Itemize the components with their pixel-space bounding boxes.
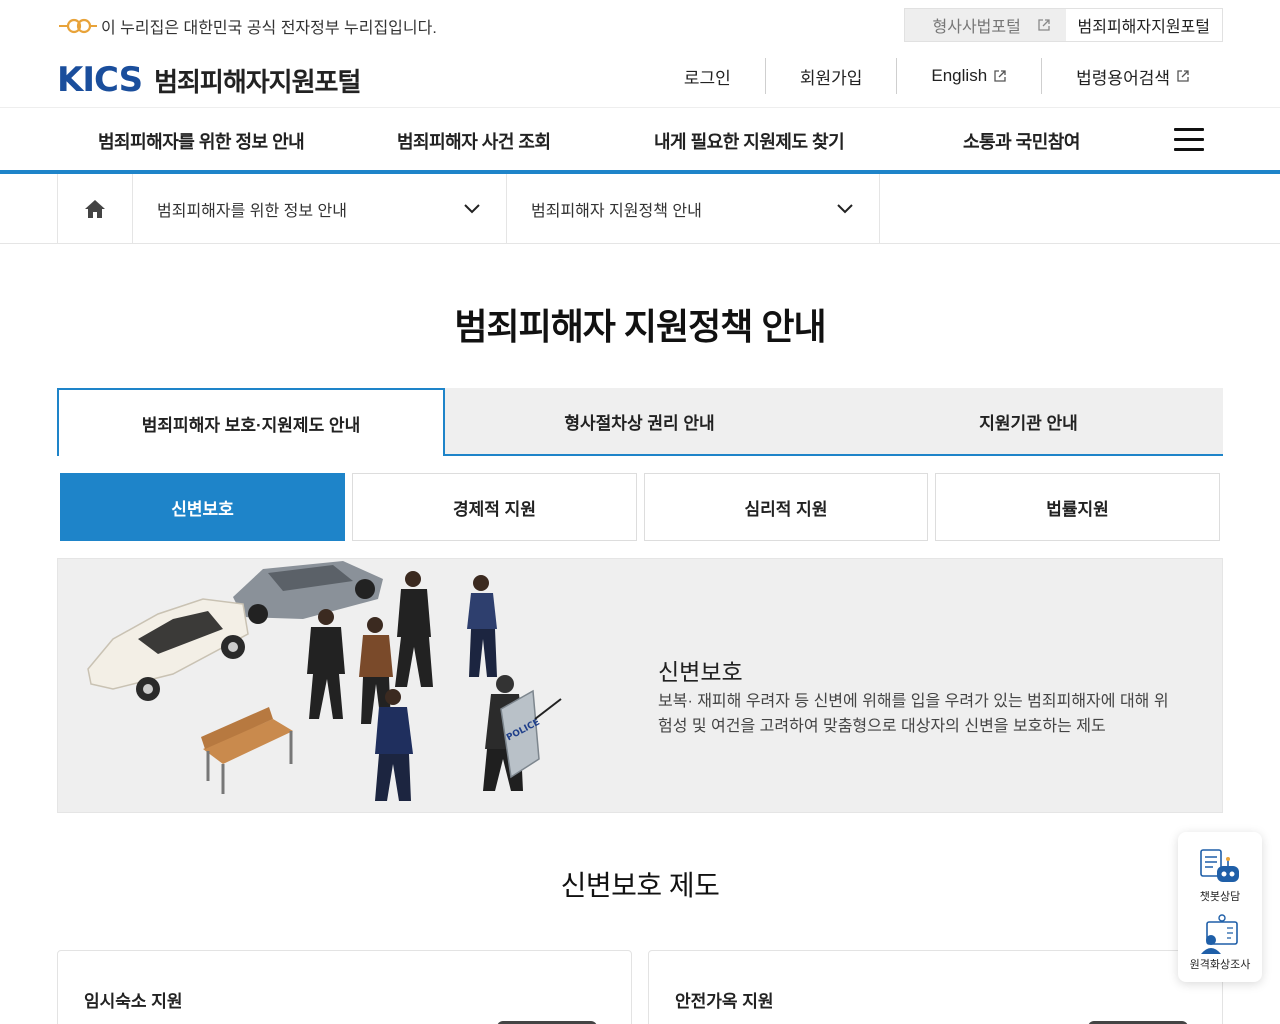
gov-bar: 이 누리집은 대한민국 공식 전자정부 누리집입니다. 형사사법포털 범죄피해자… [0, 0, 1280, 48]
breadcrumb-level2-select[interactable]: 범죄피해자 지원정책 안내 [507, 174, 880, 243]
signup-label: 회원가입 [799, 68, 863, 88]
logo-mark: KICS [57, 60, 143, 100]
victim-support-portal-link[interactable]: 범죄피해자지원포털 [1065, 9, 1222, 41]
bench-icon [201, 707, 293, 794]
page-title: 범죄피해자 지원정책 안내 [454, 306, 826, 347]
external-link-icon [1038, 19, 1050, 31]
menu-icon[interactable] [1174, 128, 1204, 154]
logo-text: 범죄피해자지원포털 [154, 66, 361, 97]
subtab-psychological-support-label: 심리적 지원 [744, 499, 828, 519]
gov-links: 형사사법포털 범죄피해자지원포털 [903, 8, 1223, 42]
tab-support-agencies-label: 지원기관 안내 [979, 413, 1078, 433]
gnb-item-case-lookup[interactable]: 범죄피해자 사건 조회 [397, 128, 551, 154]
legal-term-search-label: 법령용어검색 [1076, 68, 1170, 88]
criminal-justice-portal-link[interactable]: 형사사법포털 [904, 9, 1066, 41]
gnb-item-find-support[interactable]: 내게 필요한 지원제도 찾기 [654, 128, 845, 154]
chatbot-button[interactable]: 챗봇상담 [1178, 848, 1262, 904]
chatbot-label: 챗봇상담 [1199, 891, 1241, 903]
main-tabs: 범죄피해자 보호·지원제도 안내 형사절차상 권리 안내 지원기관 안내 [57, 388, 1223, 456]
gnb-item-victim-info[interactable]: 범죄피해자를 위한 정보 안내 [98, 128, 305, 154]
subtab-personal-protection[interactable]: 신변보호 [60, 473, 345, 541]
card-safe-house[interactable]: 안전가옥 지원 [648, 950, 1223, 1024]
victim-support-portal-label: 범죄피해자지원포털 [1077, 19, 1210, 36]
protection-banner: POLICE 신변보호 보복· 재피해 우려자 등 신변에 위해를 입을 우려가… [57, 558, 1223, 813]
home-button[interactable] [57, 174, 133, 243]
site-logo[interactable]: KICS 범죄피해자지원포털 [57, 60, 361, 100]
english-link[interactable]: English [897, 58, 1043, 94]
chevron-down-icon [464, 203, 480, 213]
legal-term-search-link[interactable]: 법령용어검색 [1042, 58, 1200, 94]
external-link-icon [994, 70, 1006, 82]
login-link[interactable]: 로그인 [650, 58, 766, 94]
card-safe-house-title: 안전가옥 지원 [675, 992, 774, 1011]
breadcrumb-level1-label: 범죄피해자를 위한 정보 안내 [157, 202, 347, 220]
tab-criminal-procedure-rights[interactable]: 형사절차상 권리 안내 [445, 388, 834, 456]
login-label: 로그인 [683, 68, 731, 88]
video-investigation-button[interactable]: 원격화상조사 [1178, 914, 1262, 972]
subtab-legal-support[interactable]: 법률지원 [935, 473, 1220, 541]
quick-menu: 챗봇상담 원격화상조사 [1178, 832, 1262, 982]
protection-illustration: POLICE [87, 561, 562, 801]
section-title: 신변보호 제도 [560, 870, 720, 901]
breadcrumb: 범죄피해자를 위한 정보 안내 범죄피해자 지원정책 안내 [0, 174, 1280, 244]
gnb-item-participation[interactable]: 소통과 국민참여 [963, 128, 1080, 154]
tab-support-agencies[interactable]: 지원기관 안내 [834, 388, 1223, 456]
subtab-economic-support-label: 경제적 지원 [453, 499, 536, 519]
tab-protection-support-label: 범죄피해자 보호·지원제도 안내 [141, 415, 361, 435]
main-nav: 범죄피해자를 위한 정보 안내 범죄피해자 사건 조회 내게 필요한 지원제도 … [0, 107, 1280, 174]
page: 이 누리집은 대한민국 공식 전자정부 누리집입니다. 형사사법포털 범죄피해자… [0, 0, 1280, 1024]
chatbot-icon [1200, 849, 1239, 882]
banner-title: 신변보호 [658, 659, 743, 685]
utility-nav: 로그인 회원가입 English 법령용어검색 [650, 58, 1200, 94]
gov-mark-icon [59, 18, 97, 34]
video-call-icon [1201, 914, 1238, 954]
subtab-legal-support-label: 법률지원 [1046, 499, 1109, 519]
banner-description: 보복· 재피해 우려자 등 신변에 위해를 입을 우려가 있는 범죄피해자에 대… [658, 693, 1169, 735]
criminal-justice-portal-label: 형사사법포털 [932, 19, 1021, 36]
card-temporary-shelter[interactable]: 임시숙소 지원 [57, 950, 632, 1024]
white-car-icon [87, 598, 249, 701]
grey-car-icon [233, 561, 383, 624]
gov-notice-text: 이 누리집은 대한민국 공식 전자정부 누리집입니다. [101, 20, 437, 37]
breadcrumb-level1-select[interactable]: 범죄피해자를 위한 정보 안내 [133, 174, 507, 243]
breadcrumb-level2-label: 범죄피해자 지원정책 안내 [531, 202, 702, 220]
tab-protection-support[interactable]: 범죄피해자 보호·지원제도 안내 [57, 388, 445, 456]
english-label: English [931, 66, 988, 85]
subtab-psychological-support[interactable]: 심리적 지원 [644, 473, 928, 541]
gov-notice: 이 누리집은 대한민국 공식 전자정부 누리집입니다. [57, 14, 437, 38]
tab-criminal-procedure-rights-label: 형사절차상 권리 안내 [564, 413, 715, 433]
card-temporary-shelter-title: 임시숙소 지원 [84, 992, 183, 1011]
chevron-down-icon [837, 203, 853, 213]
home-icon [85, 199, 105, 218]
subtab-personal-protection-label: 신변보호 [171, 499, 234, 519]
video-investigation-label: 원격화상조사 [1189, 959, 1251, 971]
subtab-economic-support[interactable]: 경제적 지원 [352, 473, 637, 541]
signup-link[interactable]: 회원가입 [766, 58, 898, 94]
external-link-icon [1177, 70, 1189, 82]
